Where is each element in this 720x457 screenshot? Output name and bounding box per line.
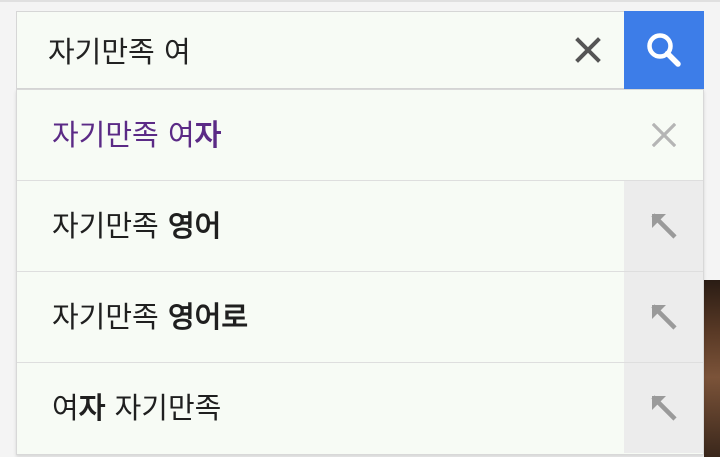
search-button[interactable]: [624, 11, 704, 89]
fill-query-arrow-icon: [650, 304, 677, 330]
close-icon: [575, 37, 601, 63]
background-image-edge: [704, 280, 720, 457]
fill-query-arrow-icon: [650, 213, 677, 239]
search-input[interactable]: [16, 12, 568, 88]
suggestion-list: 자기만족 여자 자기만족 영어 자기만족 영어로 여자 자기만족: [16, 89, 704, 455]
fill-query-button[interactable]: [624, 272, 703, 362]
suggestion-label: 자기만족 영어로: [52, 300, 248, 334]
fill-query-button[interactable]: [624, 181, 703, 271]
suggestion-label: 자기만족 영어: [52, 209, 222, 243]
suggestion-label: 여자 자기만족: [52, 391, 222, 425]
fill-query-button[interactable]: [624, 363, 703, 453]
search-screen: 자기만족 여자 자기만족 영어 자기만족 영어로: [0, 0, 720, 457]
fill-query-arrow-icon: [650, 395, 677, 421]
suggestion-item-4[interactable]: 여자 자기만족: [17, 363, 703, 454]
search-icon: [647, 33, 681, 67]
clear-button[interactable]: [560, 12, 616, 88]
remove-icon: [651, 123, 676, 147]
suggestion-item-3[interactable]: 자기만족 영어로: [17, 272, 703, 363]
suggestion-item-2[interactable]: 자기만족 영어: [17, 181, 703, 272]
remove-suggestion-button[interactable]: [624, 90, 703, 180]
suggestion-item-1[interactable]: 자기만족 여자: [17, 90, 703, 181]
suggestion-label: 자기만족 여자: [52, 118, 222, 152]
top-divider: [0, 0, 720, 2]
